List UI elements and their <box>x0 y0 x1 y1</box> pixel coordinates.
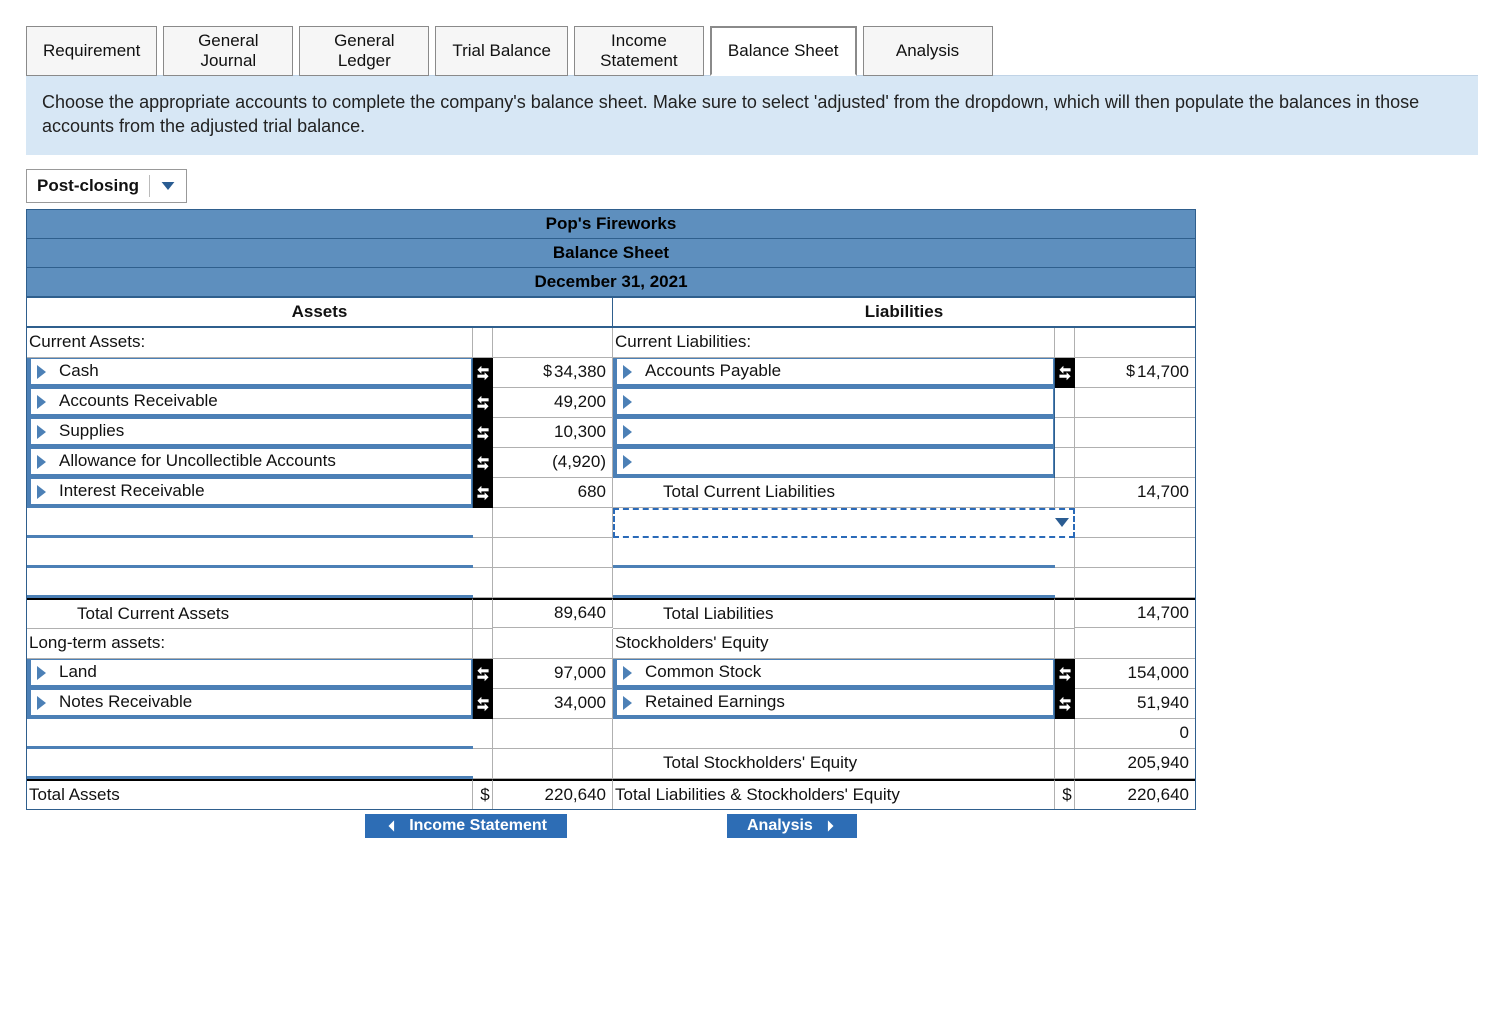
label-long-term-assets: Long-term assets: <box>27 629 473 659</box>
bs-date: December 31, 2021 <box>26 267 1196 297</box>
bs-title: Balance Sheet <box>26 238 1196 267</box>
total-equity-amount: 205,940 <box>1075 749 1195 779</box>
total-liab-equity-amount: 220,640 <box>1075 779 1195 809</box>
liab-account-1[interactable]: Accounts Payable <box>613 358 1055 388</box>
tab-analysis[interactable]: Analysis <box>863 26 993 76</box>
asset-account-1[interactable]: Cash <box>27 358 473 388</box>
liab-account-4[interactable] <box>613 448 1055 478</box>
chevron-down-icon <box>1055 518 1069 527</box>
lt-asset-1-amount[interactable]: 97,000 <box>493 659 613 689</box>
liab-amount-1[interactable]: $14,700 <box>1075 358 1195 388</box>
asset-account-4[interactable]: Allowance for Uncollectible Accounts <box>27 448 473 478</box>
chevron-left-icon <box>385 819 399 833</box>
total-assets-amount: 220,640 <box>493 779 613 809</box>
total-current-assets-amount: 89,640 <box>493 598 613 628</box>
lt-asset-2-amount[interactable]: 34,000 <box>493 689 613 719</box>
asset-account-5[interactable]: Interest Receivable <box>27 478 473 508</box>
swap-icon[interactable] <box>473 448 493 478</box>
tabs-row: Requirement General Journal General Ledg… <box>26 26 1478 76</box>
lt-asset-3[interactable] <box>27 719 473 749</box>
lt-asset-4[interactable] <box>27 749 473 779</box>
tab-general-journal[interactable]: General Journal <box>163 26 293 76</box>
trial-balance-select[interactable]: Post-closing <box>26 169 187 203</box>
instructions-text: Choose the appropriate accounts to compl… <box>26 75 1478 155</box>
equity-2-amount[interactable]: 51,940 <box>1075 689 1195 719</box>
asset-account-6[interactable] <box>27 508 473 538</box>
bottom-nav: Income Statement Analysis <box>26 814 1196 838</box>
balance-sheet: Pop's Fireworks Balance Sheet December 3… <box>26 209 1196 810</box>
tab-requirement[interactable]: Requirement <box>26 26 157 76</box>
lt-asset-1[interactable]: Land <box>27 659 473 689</box>
asset-amount-4[interactable]: (4,920) <box>493 448 613 478</box>
equity-2[interactable]: Retained Earnings <box>613 689 1055 719</box>
swap-icon[interactable] <box>473 388 493 418</box>
asset-account-7[interactable] <box>27 538 473 568</box>
total-current-liab-amount: 14,700 <box>1075 478 1195 508</box>
swap-icon[interactable] <box>1055 358 1075 388</box>
tab-general-ledger[interactable]: General Ledger <box>299 26 429 76</box>
label-stockholders-equity: Stockholders' Equity <box>613 629 1055 659</box>
section-assets-title: Assets <box>27 298 613 328</box>
swap-icon[interactable] <box>473 418 493 448</box>
swap-icon[interactable] <box>1055 659 1075 689</box>
bs-company: Pop's Fireworks <box>26 209 1196 238</box>
tab-balance-sheet[interactable]: Balance Sheet <box>710 26 857 76</box>
asset-amount-5[interactable]: 680 <box>493 478 613 508</box>
asset-amount-3[interactable]: 10,300 <box>493 418 613 448</box>
label-total-current-assets: Total Current Assets <box>27 598 473 629</box>
tab-income-statement[interactable]: Income Statement <box>574 26 704 76</box>
total-liabilities-amount: 14,700 <box>1075 598 1195 628</box>
swap-icon[interactable] <box>1055 689 1075 719</box>
chevron-down-icon <box>160 178 176 194</box>
liab-account-3[interactable] <box>613 418 1055 448</box>
asset-account-3[interactable]: Supplies <box>27 418 473 448</box>
swap-icon[interactable] <box>473 689 493 719</box>
equity-extra-amount[interactable]: 0 <box>1075 719 1195 749</box>
asset-amount-1[interactable]: $34,380 <box>493 358 613 388</box>
prev-button[interactable]: Income Statement <box>365 814 567 838</box>
liab-account-2[interactable] <box>613 388 1055 418</box>
asset-account-8[interactable] <box>27 568 473 598</box>
label-total-liab-equity: Total Liabilities & Stockholders' Equity <box>613 779 1055 809</box>
label-current-liabilities: Current Liabilities: <box>613 328 1055 358</box>
asset-account-2[interactable]: Accounts Receivable <box>27 388 473 418</box>
section-liabilities-title: Liabilities <box>613 298 1195 328</box>
swap-icon[interactable] <box>473 358 493 388</box>
label-total-current-liab: Total Current Liabilities <box>613 478 1055 508</box>
tab-trial-balance[interactable]: Trial Balance <box>435 26 568 76</box>
lt-asset-2[interactable]: Notes Receivable <box>27 689 473 719</box>
label-total-equity: Total Stockholders' Equity <box>613 749 1055 779</box>
bs-grid: Assets Liabilities Current Assets: Curre… <box>26 297 1196 810</box>
equity-1[interactable]: Common Stock <box>613 659 1055 689</box>
swap-icon[interactable] <box>473 659 493 689</box>
swap-icon[interactable] <box>473 478 493 508</box>
selected-dropdown[interactable] <box>613 508 1075 538</box>
equity-1-amount[interactable]: 154,000 <box>1075 659 1195 689</box>
next-button[interactable]: Analysis <box>727 814 857 838</box>
trial-balance-select-label: Post-closing <box>37 176 139 196</box>
liab-account-extra[interactable] <box>613 538 1055 568</box>
label-total-liabilities: Total Liabilities <box>613 598 1055 629</box>
chevron-right-icon <box>823 819 837 833</box>
label-total-assets: Total Assets <box>27 779 473 809</box>
asset-amount-2[interactable]: 49,200 <box>493 388 613 418</box>
label-current-assets: Current Assets: <box>27 328 473 358</box>
